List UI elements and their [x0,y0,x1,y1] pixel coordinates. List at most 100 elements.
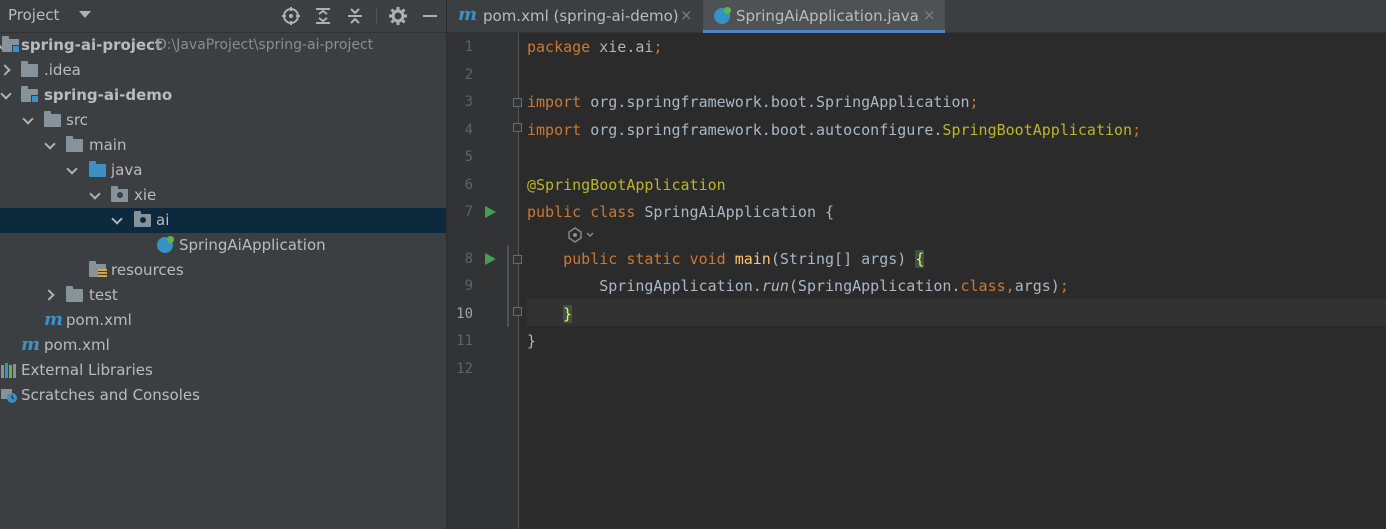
package-icon [111,186,128,202]
tree-item-java[interactable]: java [0,158,446,183]
fold-icon[interactable] [513,307,522,316]
run-icon[interactable] [485,253,496,265]
expand-all-icon[interactable] [313,6,333,26]
tree-item-spring-ai-demo[interactable]: spring-ai-demo [0,83,446,108]
ai-assistant-icon[interactable] [567,227,597,243]
line-number: 7 [464,204,473,220]
tree-item-label: resources [111,261,184,279]
run-icon[interactable] [485,206,496,218]
line-number: 11 [456,333,473,349]
chevron-down-icon[interactable] [0,90,11,101]
chevron-down-icon[interactable] [22,115,33,126]
gear-icon[interactable] [388,6,408,26]
chevron-down-icon[interactable] [111,215,122,226]
resources-folder-icon [89,261,107,277]
chevron-down-icon[interactable] [79,11,91,18]
chevron-right-icon[interactable] [44,290,55,301]
close-icon[interactable]: × [923,6,936,24]
code-line-11: } [527,332,537,350]
tree-item-label: xie [134,186,157,204]
tab-label: SpringAiApplication.java [736,7,919,25]
maven-icon: m [21,334,41,355]
chevron-down-icon[interactable] [89,190,100,201]
code-line-9: SpringApplication.run(SpringApplication.… [599,277,1069,295]
tab-springaiapplication[interactable]: SpringAiApplication.java × [703,0,945,33]
tree-item-label: pom.xml [44,336,110,354]
tree-item-springaiapplication[interactable]: SpringAiApplication [0,233,446,258]
package-icon [134,211,151,227]
project-path: D:\JavaProject\spring-ai-project [156,37,374,53]
line-number: 12 [456,361,473,377]
project-panel-title[interactable]: Project [8,6,59,24]
tree-item-pom-module[interactable]: m pom.xml [0,308,446,333]
module-folder-icon [21,86,39,103]
folder-icon [66,136,83,152]
spring-class-icon [714,7,731,24]
header-divider [376,8,377,25]
chevron-down-icon[interactable] [66,165,77,176]
fold-icon[interactable] [513,255,522,264]
minimize-icon[interactable] [420,6,440,26]
maven-icon: m [44,309,64,330]
line-number: 5 [464,149,473,165]
scratches-icon [1,389,17,403]
code-line-6: @SpringBootApplication [527,176,726,194]
module-folder-icon [2,36,20,53]
tree-item-resources[interactable]: resources [0,258,446,283]
line-number: 3 [464,94,473,110]
project-panel: Project spring-ai-project D:\JavaProject… [0,0,446,529]
tree-item-xie[interactable]: xie [0,183,446,208]
chevron-down-icon[interactable] [44,140,55,151]
line-number: 2 [464,67,473,83]
locate-icon[interactable] [281,6,301,26]
tree-item-test[interactable]: test [0,283,446,308]
tree-item-spring-ai-project[interactable]: spring-ai-project D:\JavaProject\spring-… [0,33,446,58]
tree-item-label: main [89,136,127,154]
project-panel-header: Project [0,0,446,33]
tree-item-label: java [111,161,143,179]
code-line-1: package xie.ai; [527,38,663,56]
current-line-highlight [527,299,1386,326]
chevron-right-icon[interactable] [0,65,11,76]
close-icon[interactable]: × [680,6,693,24]
editor-gutter: 1 2 3 4 5 6 7 8 9 10 11 12 [447,33,522,529]
code-line-7: public class SpringAiApplication { [527,203,835,221]
line-number: 9 [464,278,473,294]
tree-item-src[interactable]: src [0,108,446,133]
line-number-current: 10 [456,306,473,322]
editor-tabs: m pom.xml (spring-ai-demo) × SpringAiApp… [447,0,1386,33]
folder-icon [66,286,83,302]
tree-item-ai[interactable]: ai [0,208,446,233]
libraries-icon [1,363,16,378]
line-number: 8 [464,251,473,267]
tree-item-label: ai [156,211,170,229]
line-number: 1 [464,39,473,55]
fold-icon[interactable] [513,123,522,132]
fold-icon[interactable] [513,98,522,107]
tree-item-label: test [89,286,118,304]
tree-item-label: src [66,111,88,129]
tree-item-scratches[interactable]: Scratches and Consoles [0,383,446,408]
tab-label: pom.xml (spring-ai-demo) [483,7,679,25]
code-editor[interactable]: package xie.ai; import org.springframewo… [527,33,1386,529]
code-line-4: import org.springframework.boot.autoconf… [527,121,1142,139]
tree-item-label: spring-ai-project [21,36,163,54]
collapse-all-icon[interactable] [345,6,365,26]
tree-item-label: .idea [44,61,81,79]
source-folder-icon [89,161,106,177]
maven-icon: m [458,4,478,25]
tree-item-main[interactable]: main [0,133,446,158]
code-line-10: } [563,305,573,323]
tree-item-label: External Libraries [21,361,153,379]
line-number: 4 [464,122,473,138]
tree-item-idea[interactable]: .idea [0,58,446,83]
spring-class-icon [157,236,174,253]
folder-icon [21,61,38,77]
tree-item-external-libraries[interactable]: External Libraries [0,358,446,383]
code-line-3: import org.springframework.boot.SpringAp… [527,93,979,111]
code-line-8: public static void main(String[] args) { [563,250,925,268]
tree-item-label: spring-ai-demo [44,86,173,104]
tree-item-pom-root[interactable]: m pom.xml [0,333,446,358]
tab-pom-xml[interactable]: m pom.xml (spring-ai-demo) × [447,0,703,33]
tree-item-label: Scratches and Consoles [21,386,200,404]
